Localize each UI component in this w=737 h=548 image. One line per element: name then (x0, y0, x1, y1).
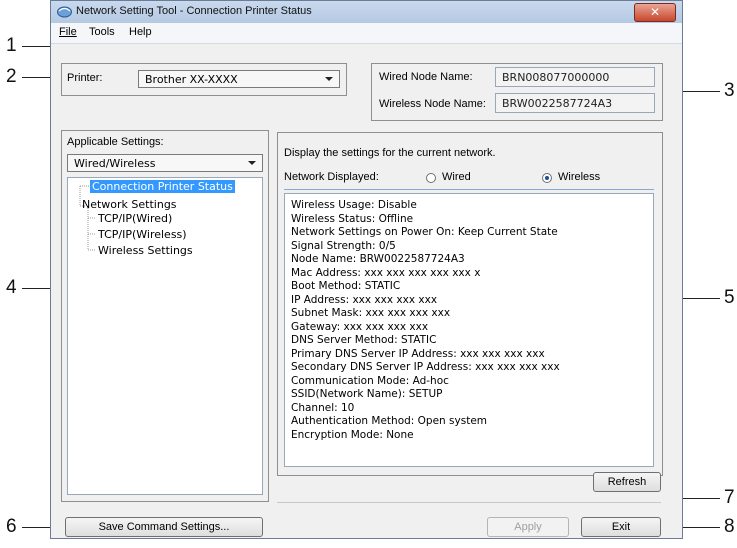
client-area: Printer: Brother XX-XXXX Wired Node Name… (51, 44, 682, 538)
printer-select[interactable]: Brother XX-XXXX (138, 70, 340, 88)
chevron-down-icon (248, 161, 256, 165)
wireless-node-label: Wireless Node Name: (379, 98, 486, 110)
title-bar: Network Setting Tool - Connection Printe… (51, 1, 682, 24)
apply-button[interactable]: Apply (487, 517, 569, 537)
status-line: Boot Method: STATIC (291, 280, 401, 292)
wireless-node-value: BRW0022587724A3 (502, 97, 613, 110)
refresh-button[interactable]: Refresh (593, 472, 661, 492)
status-line: Wireless Usage: Disable (291, 199, 417, 211)
status-line: DNS Server Method: STATIC (291, 334, 437, 346)
callout-4: 4 (6, 277, 17, 298)
printer-label: Printer: (67, 72, 103, 84)
app-window: Network Setting Tool - Connection Printe… (50, 0, 683, 539)
menu-file[interactable]: File (59, 26, 77, 38)
chevron-down-icon (325, 77, 333, 81)
status-description: Display the settings for the current net… (284, 147, 496, 159)
status-line: Subnet Mask: xxx xxx xxx xxx (291, 307, 451, 319)
callout-3: 3 (724, 80, 735, 101)
status-line: Wireless Status: Offline (291, 212, 414, 225)
wired-node-value: BRN008077000000 (502, 71, 610, 84)
menu-bar: File Tools Help (51, 23, 682, 44)
status-line: Mac Address: xxx xxx xxx xxx xxx x (291, 266, 481, 279)
save-command-settings-button[interactable]: Save Command Settings... (65, 517, 263, 537)
status-line: Communication Mode: Ad-hoc (291, 374, 449, 387)
close-button[interactable]: ✕ (634, 3, 676, 22)
applicable-settings-value: Wired/Wireless (74, 157, 156, 170)
radio-wired[interactable] (426, 173, 436, 183)
status-line: Primary DNS Server IP Address: xxx xxx x… (291, 347, 545, 360)
bottom-divider (277, 502, 661, 503)
callout-6: 6 (6, 516, 17, 537)
status-line: Network Settings on Power On: Keep Curre… (291, 226, 558, 238)
network-app-icon (57, 6, 72, 18)
tree-item-wireless-settings[interactable]: Wireless Settings (98, 244, 193, 257)
node-names-group: Wired Node Name: BRN008077000000 Wireles… (371, 63, 663, 121)
applicable-settings-select[interactable]: Wired/Wireless (67, 154, 263, 172)
status-line: Signal Strength: 0/5 (291, 239, 396, 252)
exit-button[interactable]: Exit (581, 517, 661, 537)
settings-tree: Connection Printer Status Network Settin… (67, 177, 263, 495)
radio-wired-label[interactable]: Wired (442, 171, 471, 183)
wireless-node-field: BRW0022587724A3 (495, 93, 655, 113)
status-info-box: Wireless Usage: Disable Wireless Status: … (284, 193, 654, 467)
callout-8: 8 (724, 516, 735, 537)
callout-1: 1 (6, 35, 17, 56)
status-panel: Display the settings for the current net… (277, 132, 663, 476)
status-line: Node Name: BRW0022587724A3 (291, 253, 465, 265)
status-line: Authentication Method: Open system (291, 415, 488, 427)
menu-help[interactable]: Help (129, 26, 152, 38)
status-line: SSID(Network Name): SETUP (291, 388, 443, 400)
status-line: IP Address: xxx xxx xxx xxx (291, 293, 438, 306)
status-line: Gateway: xxx xxx xxx xxx (291, 320, 429, 333)
tree-item-tcpip-wired[interactable]: TCP/IP(Wired) (98, 212, 172, 225)
status-divider (284, 189, 654, 190)
applicable-settings-panel: Applicable Settings: Wired/Wireless Conn… (61, 130, 269, 502)
tree-item-tcpip-wireless[interactable]: TCP/IP(Wireless) (98, 228, 187, 241)
status-line: Channel: 10 (291, 401, 355, 414)
window-title: Network Setting Tool - Connection Printe… (76, 5, 312, 17)
radio-wireless[interactable] (542, 173, 552, 183)
status-line: Secondary DNS Server IP Address: xxx xxx… (291, 361, 560, 373)
tree-item-connection-printer-status[interactable]: Connection Printer Status (90, 180, 235, 193)
wired-node-field: BRN008077000000 (495, 67, 655, 87)
tree-item-network-settings[interactable]: Network Settings (82, 198, 177, 211)
wired-node-label: Wired Node Name: (379, 71, 473, 83)
applicable-settings-label: Applicable Settings: (67, 136, 164, 148)
callout-2: 2 (6, 66, 17, 87)
network-displayed-label: Network Displayed: (284, 171, 379, 183)
callout-5: 5 (724, 287, 735, 308)
printer-group: Printer: Brother XX-XXXX (61, 63, 347, 96)
menu-tools[interactable]: Tools (89, 26, 115, 38)
radio-wireless-label[interactable]: Wireless (558, 171, 600, 183)
callout-7: 7 (724, 487, 735, 508)
status-line: Encryption Mode: None (291, 428, 414, 441)
printer-select-value: Brother XX-XXXX (145, 73, 238, 86)
